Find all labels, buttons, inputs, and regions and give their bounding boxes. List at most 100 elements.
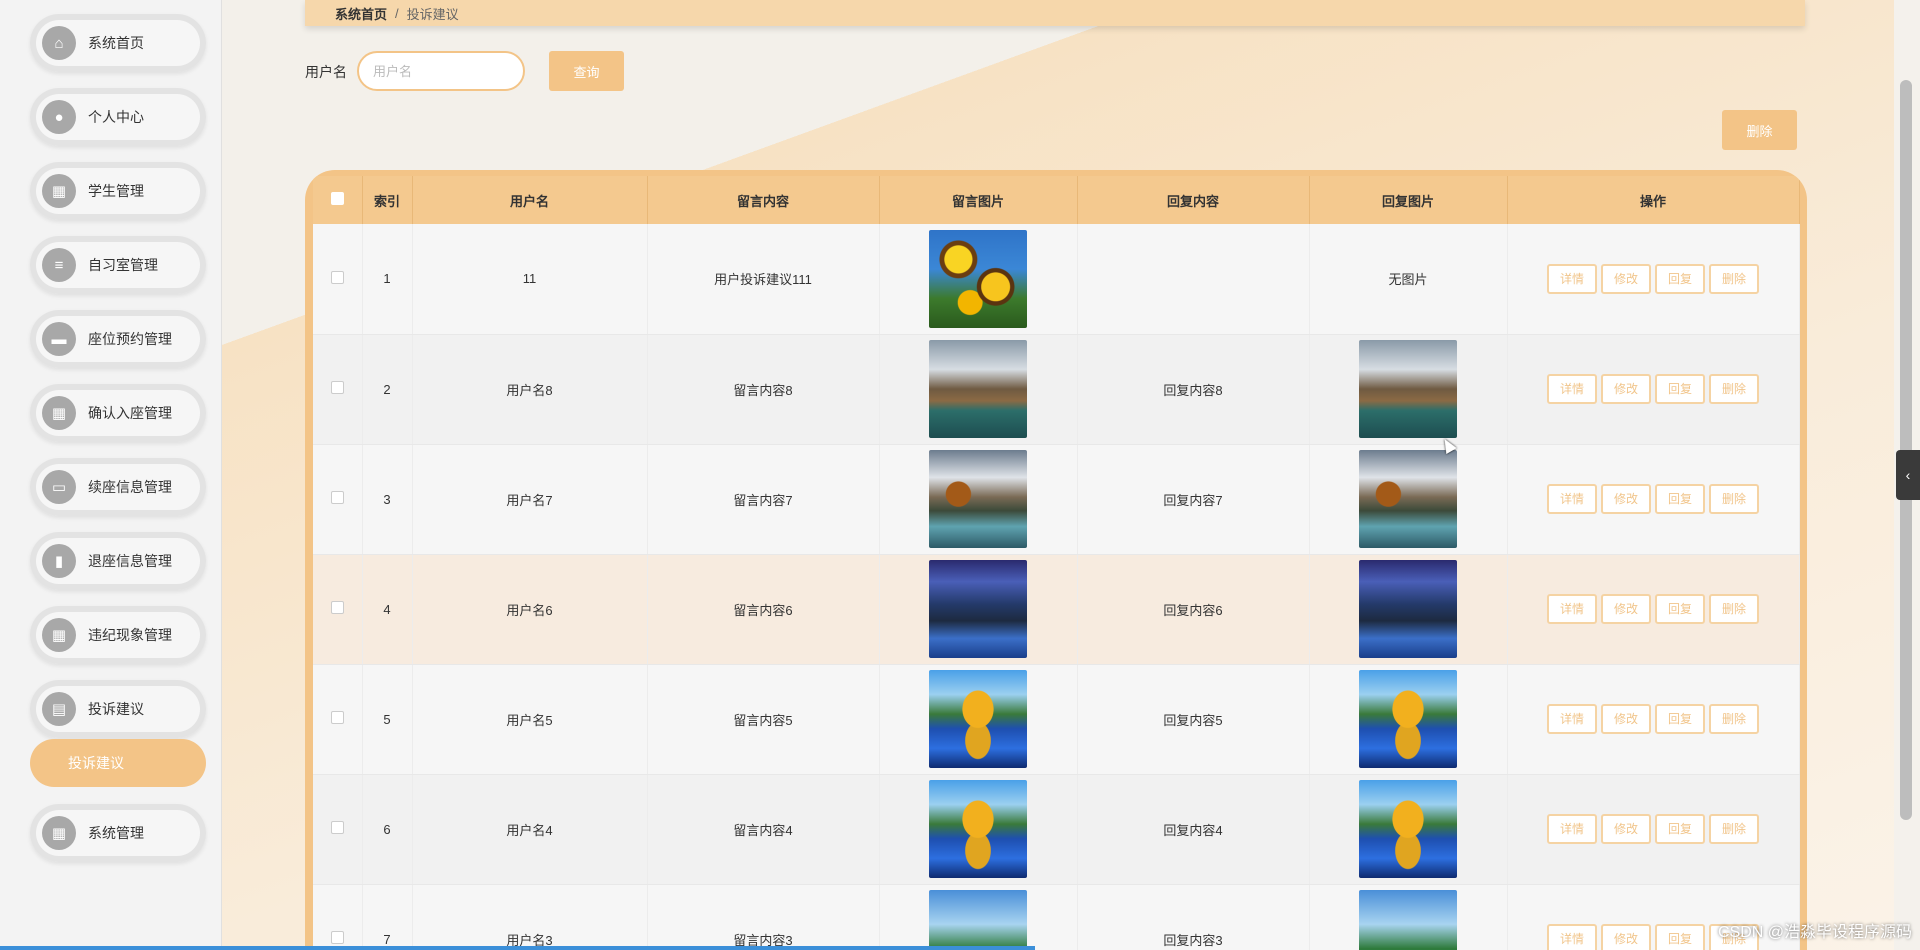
reply-image-thumbnail[interactable] bbox=[1359, 670, 1457, 768]
reply-button[interactable]: 回复 bbox=[1655, 704, 1705, 734]
cell-reply-image bbox=[1309, 554, 1508, 665]
search-label: 用户名 bbox=[305, 64, 347, 80]
row-select-cell[interactable] bbox=[313, 334, 363, 445]
cell-reply-image bbox=[1309, 334, 1508, 445]
row-select-cell[interactable] bbox=[313, 664, 363, 775]
cell-actions: 详情 修改 回复 删除 bbox=[1507, 554, 1800, 665]
edit-button[interactable]: 修改 bbox=[1601, 704, 1651, 734]
sidebar-item-0[interactable]: ⌂ 系统首页 bbox=[30, 14, 206, 72]
breadcrumb-home[interactable]: 系统首页 bbox=[335, 4, 387, 23]
header-message: 留言内容 bbox=[647, 176, 880, 224]
cell-reply: 回复内容8 bbox=[1077, 334, 1310, 445]
sidebar-item-label: 自习室管理 bbox=[88, 257, 158, 273]
select-all-checkbox[interactable] bbox=[330, 192, 344, 205]
row-checkbox[interactable] bbox=[330, 601, 344, 614]
detail-button[interactable]: 详情 bbox=[1547, 374, 1597, 404]
cell-message: 用户投诉建议111 bbox=[647, 224, 880, 335]
detail-button[interactable]: 详情 bbox=[1547, 484, 1597, 514]
delete-button[interactable]: 删除 bbox=[1709, 484, 1759, 514]
row-select-cell[interactable] bbox=[313, 884, 363, 950]
select-all-header[interactable] bbox=[313, 176, 363, 224]
cell-username: 11 bbox=[412, 224, 648, 335]
sidebar-subitem-complaints[interactable]: 投诉建议 bbox=[30, 739, 206, 787]
sidebar-item-7[interactable]: ▮ 退座信息管理 bbox=[30, 532, 206, 590]
chat-icon: ▭ bbox=[42, 470, 76, 504]
message-image-thumbnail[interactable] bbox=[929, 780, 1027, 878]
cell-username: 用户名7 bbox=[412, 444, 648, 555]
cell-message-image bbox=[879, 554, 1078, 665]
header-reply-image: 回复图片 bbox=[1309, 176, 1508, 224]
row-checkbox[interactable] bbox=[330, 931, 344, 944]
row-select-cell[interactable] bbox=[313, 224, 363, 335]
message-image-thumbnail[interactable] bbox=[929, 340, 1027, 438]
reply-button[interactable]: 回复 bbox=[1655, 484, 1705, 514]
delete-button[interactable]: 删除 bbox=[1709, 594, 1759, 624]
sidebar-item-4[interactable]: ▬ 座位预约管理 bbox=[30, 310, 206, 368]
cell-reply bbox=[1077, 224, 1310, 335]
row-checkbox[interactable] bbox=[330, 491, 344, 504]
collapse-toggle-button[interactable]: ‹ bbox=[1896, 450, 1920, 500]
reply-button[interactable]: 回复 bbox=[1655, 924, 1705, 950]
sidebar-item-8[interactable]: ▦ 违纪现象管理 bbox=[30, 606, 206, 664]
row-checkbox[interactable] bbox=[330, 270, 344, 284]
detail-button[interactable]: 详情 bbox=[1547, 814, 1597, 844]
edit-button[interactable]: 修改 bbox=[1601, 484, 1651, 514]
message-image-thumbnail[interactable] bbox=[929, 890, 1027, 950]
cell-message: 留言内容8 bbox=[647, 334, 880, 445]
sidebar-item-2[interactable]: ▦ 学生管理 bbox=[30, 162, 206, 220]
reply-button[interactable]: 回复 bbox=[1655, 594, 1705, 624]
delete-button[interactable]: 删除 bbox=[1709, 263, 1759, 294]
sidebar-item-label: 学生管理 bbox=[88, 183, 144, 199]
edit-button[interactable]: 修改 bbox=[1601, 924, 1651, 950]
cell-actions: 详情 修改 回复 删除 bbox=[1507, 224, 1800, 335]
batch-delete-button[interactable]: 删除 bbox=[1722, 110, 1797, 150]
username-search-input[interactable] bbox=[357, 51, 525, 91]
message-image-thumbnail[interactable] bbox=[929, 450, 1027, 548]
breadcrumb-current: 投诉建议 bbox=[406, 6, 459, 22]
sidebar-item-5[interactable]: ▦ 确认入座管理 bbox=[30, 384, 206, 442]
detail-button[interactable]: 详情 bbox=[1547, 924, 1597, 950]
row-checkbox[interactable] bbox=[330, 381, 344, 394]
message-image-thumbnail[interactable] bbox=[929, 229, 1027, 328]
reply-image-thumbnail[interactable] bbox=[1359, 780, 1457, 878]
row-checkbox[interactable] bbox=[330, 821, 344, 834]
reply-button[interactable]: 回复 bbox=[1655, 814, 1705, 844]
delete-button[interactable]: 删除 bbox=[1709, 704, 1759, 734]
edit-button[interactable]: 修改 bbox=[1601, 263, 1651, 294]
sidebar-item-9[interactable]: ▤ 投诉建议 bbox=[30, 680, 206, 738]
edit-button[interactable]: 修改 bbox=[1601, 594, 1651, 624]
row-select-cell[interactable] bbox=[313, 554, 363, 665]
detail-button[interactable]: 详情 bbox=[1547, 704, 1597, 734]
delete-button[interactable]: 删除 bbox=[1709, 374, 1759, 404]
sidebar-item-6[interactable]: ▭ 续座信息管理 bbox=[30, 458, 206, 516]
sidebar-item-label: 确认入座管理 bbox=[88, 405, 172, 421]
message-image-thumbnail[interactable] bbox=[929, 670, 1027, 768]
reply-image-thumbnail[interactable] bbox=[1359, 450, 1457, 548]
edit-button[interactable]: 修改 bbox=[1601, 374, 1651, 404]
detail-button[interactable]: 详情 bbox=[1547, 594, 1597, 624]
table-row: 6 用户名4 留言内容4 回复内容4 详情 修改 回复 删除 bbox=[313, 774, 1800, 885]
reply-button[interactable]: 回复 bbox=[1655, 374, 1705, 404]
cell-message: 留言内容5 bbox=[647, 664, 880, 775]
edit-button[interactable]: 修改 bbox=[1601, 814, 1651, 844]
detail-button[interactable]: 详情 bbox=[1547, 263, 1597, 294]
cell-reply: 回复内容4 bbox=[1077, 774, 1310, 885]
grid-icon: ▦ bbox=[42, 618, 76, 652]
delete-button[interactable]: 删除 bbox=[1709, 814, 1759, 844]
row-checkbox[interactable] bbox=[330, 711, 344, 724]
row-select-cell[interactable] bbox=[313, 774, 363, 885]
reply-image-thumbnail[interactable] bbox=[1359, 560, 1457, 658]
table-row: 4 用户名6 留言内容6 回复内容6 详情 修改 回复 删除 bbox=[313, 554, 1800, 665]
search-button[interactable]: 查询 bbox=[549, 51, 624, 91]
cell-reply: 回复内容7 bbox=[1077, 444, 1310, 555]
reply-image-thumbnail[interactable] bbox=[1359, 890, 1457, 950]
reply-button[interactable]: 回复 bbox=[1655, 263, 1705, 294]
row-select-cell[interactable] bbox=[313, 444, 363, 555]
reply-image-thumbnail[interactable] bbox=[1359, 340, 1457, 438]
message-image-thumbnail[interactable] bbox=[929, 560, 1027, 658]
sidebar-item-10[interactable]: ▦ 系统管理 bbox=[30, 804, 206, 862]
sidebar-item-1[interactable]: ● 个人中心 bbox=[30, 88, 206, 146]
sidebar-item-3[interactable]: ≡ 自习室管理 bbox=[30, 236, 206, 294]
cell-username: 用户名3 bbox=[412, 884, 648, 950]
user-icon: ● bbox=[42, 100, 76, 134]
